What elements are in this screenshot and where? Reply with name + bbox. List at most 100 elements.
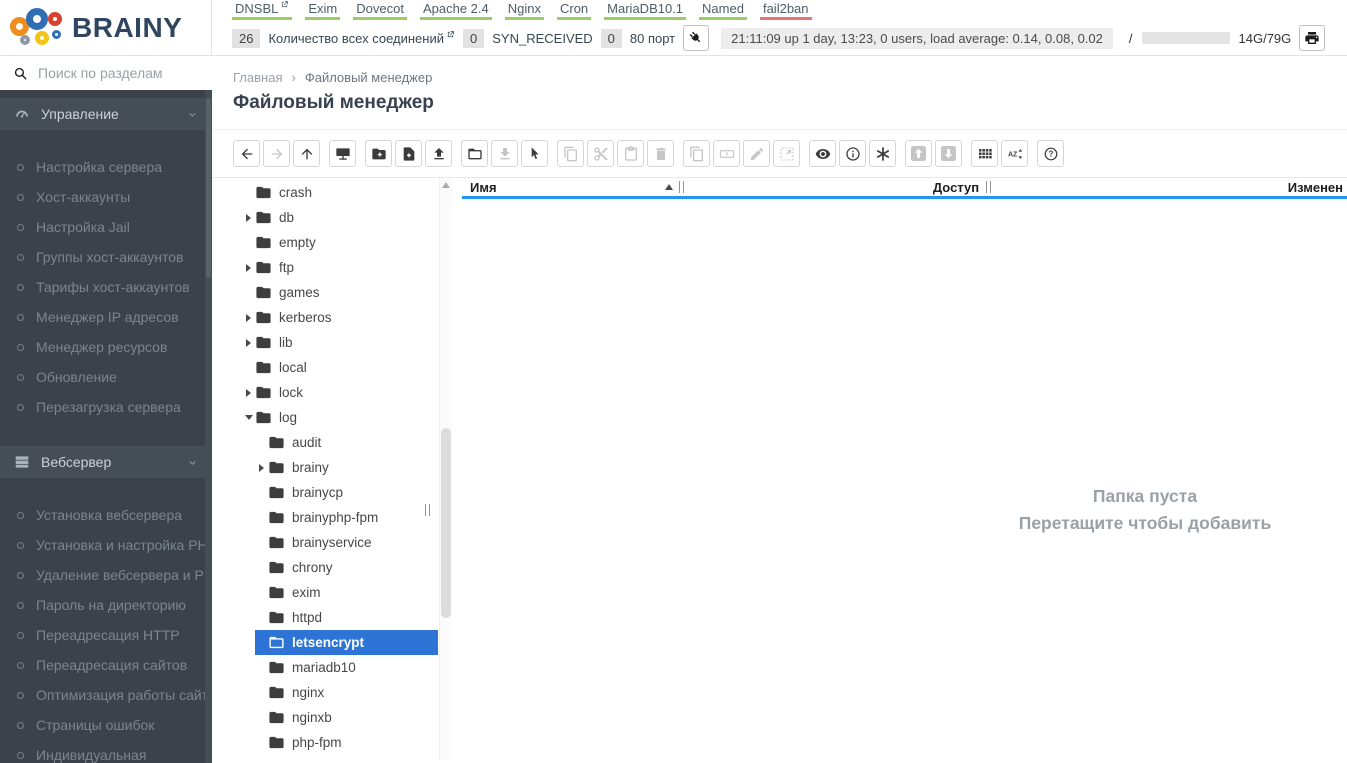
sidebar-scrollbar[interactable] [205,90,212,763]
nav-link-nginx[interactable]: Nginx [504,0,544,20]
unarchive-button[interactable] [935,140,962,167]
nav-link-exim[interactable]: Exim [305,0,341,20]
up-button[interactable] [293,140,320,167]
select-button[interactable] [521,140,548,167]
tree-item-nginxb[interactable]: nginxb [255,705,438,730]
duplicate-button[interactable] [683,140,710,167]
tree-item-brainyservice[interactable]: brainyservice [255,530,438,555]
column-header-access[interactable]: Доступ [684,180,1240,195]
tree-item-mariadb10[interactable]: mariadb10 [255,655,438,680]
delete-button[interactable] [647,140,674,167]
column-header-name[interactable]: Имя [462,180,684,195]
expand-arrow-icon[interactable] [246,338,251,347]
sidebar-item[interactable]: Индивидуальная [0,740,212,763]
nav-link-named[interactable]: Named [699,0,747,20]
back-button[interactable] [233,140,260,167]
tree-item-brainycp[interactable]: brainycp [255,480,438,505]
sidebar-item[interactable]: Переадресация сайтов [0,650,212,680]
tree-item-kerberos[interactable]: kerberos [242,305,438,330]
rename-button[interactable] [713,140,740,167]
sidebar-item[interactable]: Хост-аккаунты [0,182,212,212]
expand-arrow-icon[interactable] [246,388,251,397]
archive-button[interactable] [905,140,932,167]
permissions-button[interactable] [869,140,896,167]
column-resize-grip-access[interactable] [986,181,992,193]
sidebar-item[interactable]: Тарифы хост-аккаунтов [0,272,212,302]
forward-button[interactable] [263,140,290,167]
sort-button[interactable]: AZ [1001,140,1028,167]
nav-link-fail2ban[interactable]: fail2ban [759,0,812,20]
sidebar-item[interactable]: Менеджер IP адресов [0,302,212,332]
tree-item-brainyphp-fpm[interactable]: brainyphp-fpm [255,505,438,530]
nav-link-dnsbl[interactable]: DNSBL [232,0,293,20]
tree-item-log[interactable]: log [242,405,438,430]
paste-button[interactable] [617,140,644,167]
panel-resize-grip[interactable] [425,503,430,521]
tree-item-brainy[interactable]: brainy [255,455,438,480]
new-folder-button[interactable] [365,140,392,167]
sidebar-item[interactable]: Группы хост-аккаунтов [0,242,212,272]
tree-item-lock[interactable]: lock [242,380,438,405]
tree-item-empty[interactable]: empty [242,230,438,255]
sidebar-item[interactable]: Менеджер ресурсов [0,332,212,362]
home-directory-button[interactable] [329,140,356,167]
tree-item-php-fpm[interactable]: php-fpm [255,730,438,755]
tree-scrollbar[interactable] [439,178,452,760]
info-button[interactable] [839,140,866,167]
nav-link-mariadb10-1[interactable]: MariaDB10.1 [604,0,687,20]
tree-item-nginx[interactable]: nginx [255,680,438,705]
tree-item-audit[interactable]: audit [255,430,438,455]
tree-item-httpd[interactable]: httpd [255,605,438,630]
tree-item-local[interactable]: local [242,355,438,380]
tree-item-chrony[interactable]: chrony [255,555,438,580]
tree-item-ftp[interactable]: ftp [242,255,438,280]
logo[interactable]: BRAINY [0,0,212,55]
nav-link-cron[interactable]: Cron [556,0,592,20]
tree-item-php71-fpm[interactable]: php71-fpm [255,755,438,760]
view-grid-button[interactable] [971,140,998,167]
sidebar-item[interactable]: Установка и настройка PHP [0,530,212,560]
breadcrumb-home[interactable]: Главная [233,70,282,85]
tree-item-games[interactable]: games [242,280,438,305]
preview-button[interactable] [809,140,836,167]
download-button[interactable] [491,140,518,167]
sidebar-item[interactable]: Оптимизация работы сайта [0,680,212,710]
tree-item-exim[interactable]: exim [255,580,438,605]
extract-button[interactable] [773,140,800,167]
tree-item-db[interactable]: db [242,205,438,230]
sidebar-item[interactable]: Настройка сервера [0,152,212,182]
tree-item-lib[interactable]: lib [242,330,438,355]
tree-scrollbar-thumb[interactable] [441,428,451,618]
connections-button[interactable] [683,25,710,51]
tree-item-crash[interactable]: crash [242,180,438,205]
sidebar-item[interactable]: Обновление [0,362,212,392]
print-button[interactable] [1299,25,1326,51]
scroll-up-icon[interactable] [442,182,450,188]
nav-link-dovecot[interactable]: Dovecot [353,0,407,20]
sidebar-item[interactable]: Установка вебсервера [0,500,212,530]
column-header-modified[interactable]: Изменен [1240,180,1347,195]
expand-arrow-icon[interactable] [246,213,251,222]
tree-item-letsencrypt[interactable]: letsencrypt [255,630,438,655]
new-file-button[interactable] [395,140,422,167]
sidebar-section-management[interactable]: Управление [0,98,212,130]
sidebar-item[interactable]: Настройка Jail [0,212,212,242]
copy-button[interactable] [557,140,584,167]
nav-link-apache-2-4[interactable]: Apache 2.4 [419,0,492,20]
expand-arrow-icon[interactable] [259,463,264,472]
sidebar-item[interactable]: Удаление вебсервера и PHP [0,560,212,590]
stat-label[interactable]: Количество всех соединений [268,31,455,46]
expand-arrow-icon[interactable] [246,263,251,272]
sidebar-item[interactable]: Страницы ошибок [0,710,212,740]
cut-button[interactable] [587,140,614,167]
search-input[interactable] [38,65,188,81]
sidebar-item[interactable]: Перезагрузка сервера [0,392,212,422]
upload-button[interactable] [425,140,452,167]
sidebar-section-webserver[interactable]: Вебсервер [0,446,212,478]
help-button[interactable]: ? [1037,140,1064,167]
sidebar-item[interactable]: Переадресация HTTP [0,620,212,650]
open-folder-button[interactable] [461,140,488,167]
expand-arrow-icon[interactable] [246,313,251,322]
edit-button[interactable] [743,140,770,167]
sidebar-item[interactable]: Пароль на директорию [0,590,212,620]
